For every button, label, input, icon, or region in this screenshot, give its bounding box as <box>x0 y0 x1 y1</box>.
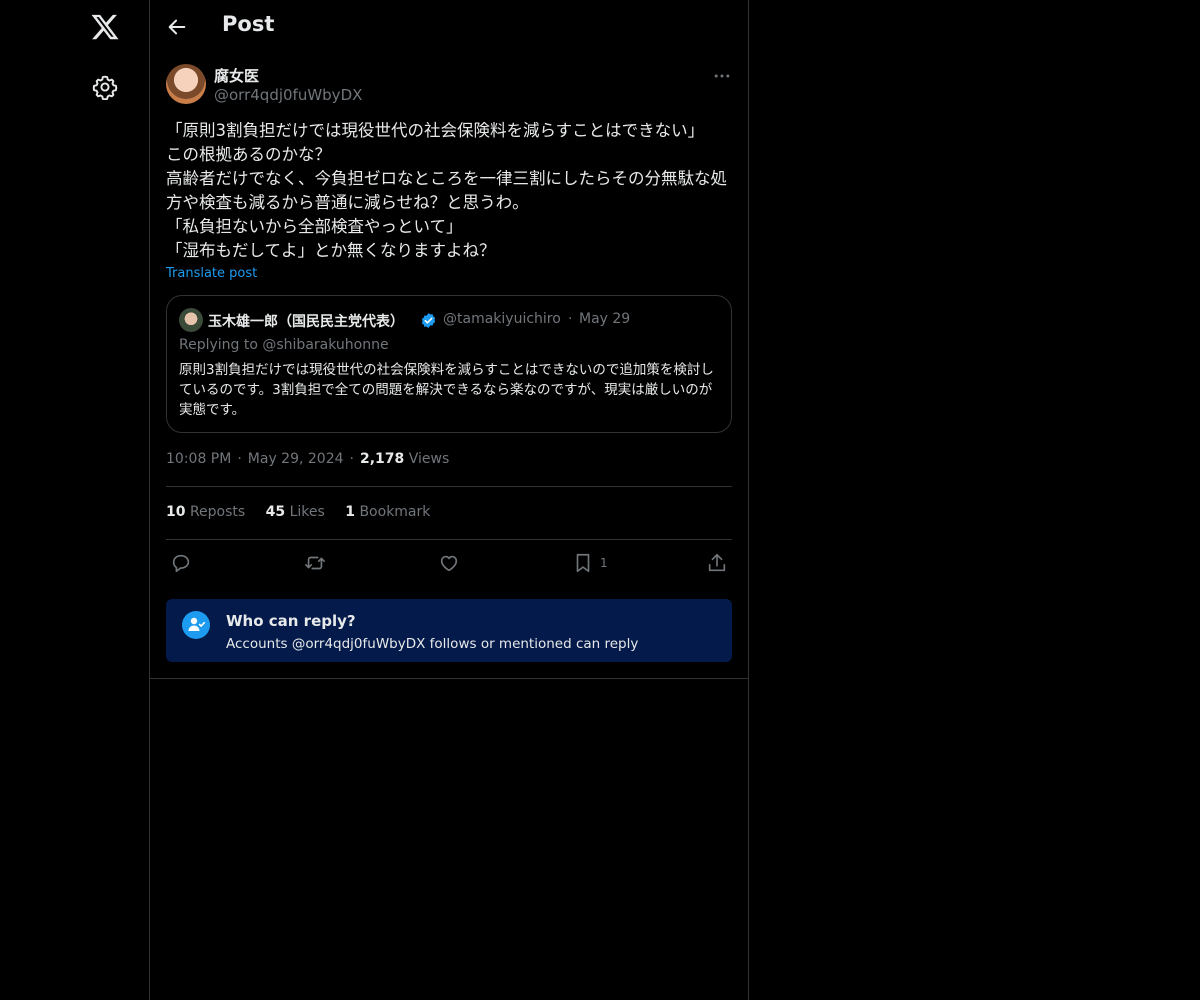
reposts-count: 10 <box>166 504 186 520</box>
share-button[interactable] <box>706 550 728 576</box>
who-can-reply-description: Accounts @orr4qdj0fuWbyDX follows or men… <box>226 636 639 652</box>
views-count: 2,178 <box>359 451 405 467</box>
header: Post <box>150 0 748 54</box>
quote-text: 原則3割負担だけでは現役世代の社会保険料を減らすことはできないので追加策を検討し… <box>179 362 714 418</box>
like-icon <box>440 555 458 572</box>
quoted-post[interactable]: 玉木雄一郎（国民民主党代表） @tamakiyuichiro · May 29 … <box>166 295 732 433</box>
post-text: 「原則3割負担だけでは現役世代の社会保険料を減らすことはできない」 この根拠ある… <box>166 121 727 260</box>
verified-icon <box>421 313 436 328</box>
more-icon[interactable] <box>712 66 732 86</box>
quote-avatar <box>179 308 203 332</box>
post-stats: 10 Reposts 45 Likes 1 Bookmark <box>166 504 446 520</box>
reply-button[interactable] <box>170 550 192 576</box>
quote-separator: · <box>568 311 573 327</box>
left-rail <box>0 0 149 1000</box>
views-label: Views <box>408 451 450 467</box>
post-date[interactable]: May 29, 2024 <box>248 451 344 467</box>
bookmarks-label: Bookmark <box>359 504 431 520</box>
who-can-reply-notice: Who can reply? Accounts @orr4qdj0fuWbyDX… <box>166 599 732 662</box>
bookmarks-count: 1 <box>345 504 355 520</box>
page-title: Post <box>222 12 275 36</box>
avatar[interactable] <box>166 64 206 104</box>
who-can-reply-icon <box>182 611 210 639</box>
divider <box>150 678 748 679</box>
likes-stat[interactable]: 45 Likes <box>266 504 325 520</box>
quote-replying-to: Replying to @shibarakuhonne <box>179 337 389 353</box>
reposts-stat[interactable]: 10 Reposts <box>166 504 245 520</box>
repost-button[interactable] <box>304 550 326 576</box>
who-can-reply-title: Who can reply? <box>226 612 356 630</box>
bookmark-count: 1 <box>600 556 608 570</box>
bookmark-icon <box>576 553 590 573</box>
divider <box>166 539 732 540</box>
gear-icon[interactable] <box>92 74 118 100</box>
divider <box>166 486 732 487</box>
x-logo-icon[interactable] <box>90 12 120 42</box>
reposts-label: Reposts <box>189 504 246 520</box>
main-column: Post 腐女医 @orr4qdj0fuWbyDX 「原則3割負担だけでは現役世… <box>149 0 749 1000</box>
author-handle[interactable]: @orr4qdj0fuWbyDX <box>214 86 362 104</box>
person-check-icon <box>188 617 206 631</box>
bookmark-button[interactable]: 1 <box>572 550 608 576</box>
meta-separator: · <box>237 451 242 467</box>
quote-author-handle: @tamakiyuichiro <box>443 311 561 327</box>
like-button[interactable] <box>438 550 460 576</box>
translate-post-link[interactable]: Translate post <box>166 266 257 281</box>
post-time[interactable]: 10:08 PM <box>166 451 231 467</box>
post-meta: 10:08 PM · May 29, 2024 · 2,178 Views <box>166 451 449 467</box>
meta-separator: · <box>349 451 354 467</box>
reply-icon <box>172 554 190 573</box>
repost-icon <box>305 556 325 570</box>
share-icon <box>708 553 726 572</box>
bookmarks-stat[interactable]: 1 Bookmark <box>345 504 430 520</box>
quote-author-name: 玉木雄一郎（国民民主党代表） <box>208 314 404 330</box>
author-name[interactable]: 腐女医 <box>214 65 259 86</box>
quote-date: May 29 <box>579 311 631 327</box>
likes-label: Likes <box>289 504 325 520</box>
action-bar: 1 <box>166 550 732 576</box>
back-arrow-icon[interactable] <box>166 16 188 38</box>
likes-count: 45 <box>265 504 286 520</box>
